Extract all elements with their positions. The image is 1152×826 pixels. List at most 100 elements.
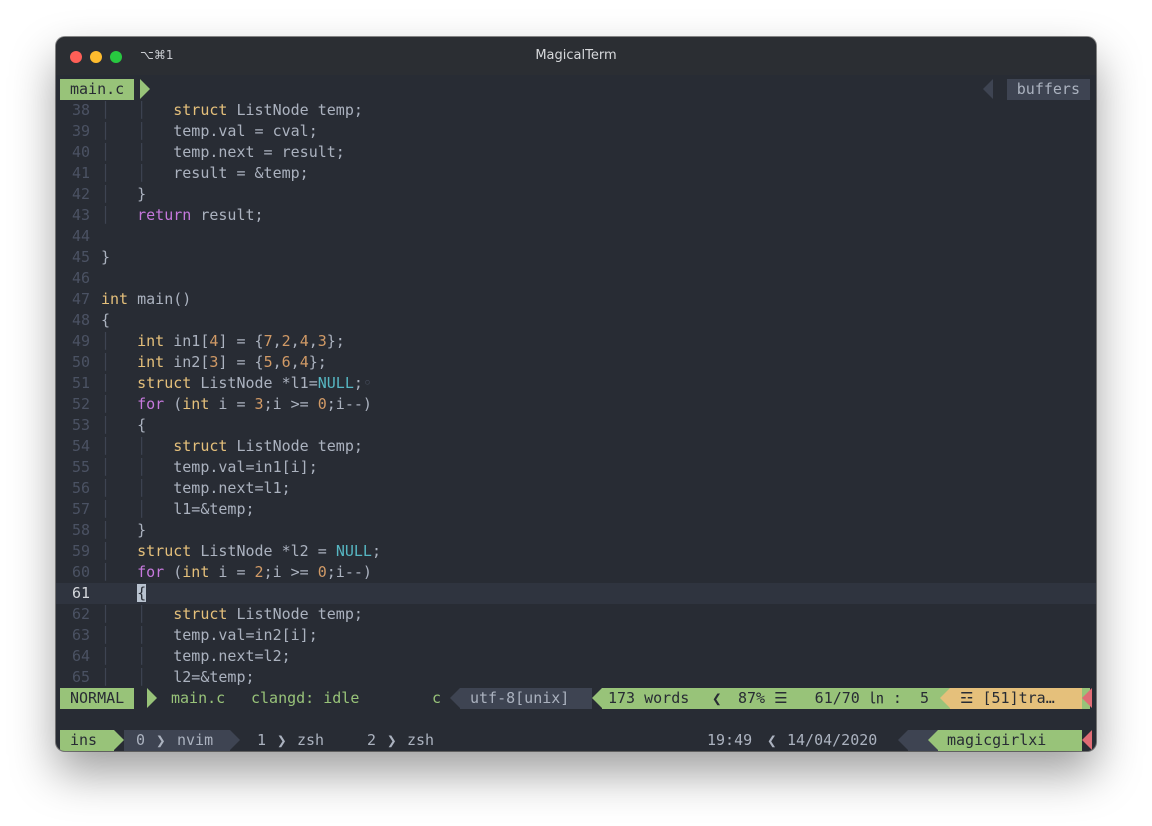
- code-token: l2=&temp;: [173, 668, 255, 686]
- code-line[interactable]: 49 │ int in1[4] = {7,2,4,3};: [56, 331, 1096, 352]
- indent-guide: │ │: [101, 668, 174, 686]
- code-line[interactable]: 50 │ int in2[3] = {5,6,4};: [56, 352, 1096, 373]
- code-token: int: [101, 290, 129, 308]
- code-token: 2: [281, 332, 291, 350]
- chevron-right-icon: ❯: [387, 731, 397, 750]
- indent-guide: │: [101, 542, 138, 560]
- tmux-window-2-name[interactable]: zsh: [407, 730, 434, 751]
- code-line[interactable]: 63 │ │ temp.val=in2[i];: [56, 625, 1096, 646]
- code-token: i =: [209, 563, 255, 581]
- title-bar[interactable]: ⌥⌘1 MagicalTerm: [56, 37, 1096, 75]
- code-text: │ }: [101, 184, 146, 205]
- tmux-window-2-index[interactable]: 2: [367, 730, 376, 751]
- code-text: │ │ l1=&temp;: [101, 499, 255, 520]
- line-number: 65: [71, 668, 90, 686]
- code-token: 5: [263, 353, 273, 371]
- code-token: ;i >=: [263, 395, 318, 413]
- code-text: │ │ temp.val=in2[i];: [101, 625, 318, 646]
- code-token: return: [137, 206, 192, 224]
- line-number: 51: [71, 374, 90, 392]
- line-number: 49: [71, 332, 90, 350]
- code-token: ;: [371, 542, 381, 560]
- indent-guide: │: [101, 521, 138, 539]
- code-token: };: [308, 353, 327, 371]
- code-token: 4: [299, 332, 309, 350]
- line-number: 55: [71, 458, 90, 476]
- code-line[interactable]: 46: [56, 268, 1096, 289]
- code-line[interactable]: 55 │ │ temp.val=in1[i];: [56, 457, 1096, 478]
- code-line[interactable]: 60 │ for (int i = 2;i >= 0;i--): [56, 562, 1096, 583]
- code-token: 3: [317, 332, 327, 350]
- tmux-session[interactable]: ins: [60, 730, 114, 751]
- code-line[interactable]: 62 │ │ struct ListNode temp;: [56, 604, 1096, 625]
- indent-guide: │ │: [101, 605, 174, 623]
- vim-tabline: main.c buffers: [60, 79, 1092, 100]
- code-line[interactable]: 61 {: [56, 583, 1096, 604]
- code-line[interactable]: 54 │ │ struct ListNode temp;: [56, 436, 1096, 457]
- line-number: 61: [71, 584, 90, 602]
- window-separator-arrow: [230, 730, 240, 750]
- code-text: │ │ struct ListNode temp;: [101, 604, 363, 625]
- indent-guide: │: [101, 353, 138, 371]
- code-line[interactable]: 44: [56, 226, 1096, 247]
- code-line[interactable]: 59 │ struct ListNode *l2 = NULL;: [56, 541, 1096, 562]
- code-token: ListNode *l2 =: [191, 542, 336, 560]
- indent-guide: │ │: [101, 164, 174, 182]
- indent-guide: │ │: [101, 143, 174, 161]
- tmux-hostname: magicgirlxi: [938, 730, 1082, 751]
- code-token: int: [182, 563, 210, 581]
- line-number: 58: [71, 521, 90, 539]
- code-token: result = &temp;: [173, 164, 309, 182]
- buffers-label[interactable]: buffers: [1006, 79, 1090, 100]
- host-red-arrow: [1082, 730, 1092, 750]
- buffers-separator-arrow: [983, 79, 993, 99]
- code-text: │ struct ListNode *l2 = NULL;: [101, 541, 381, 562]
- code-token: 4: [299, 353, 309, 371]
- vim-statusline: NORMAL main.c clangd: idle c utf-8[unix]…: [60, 688, 1092, 709]
- code-token: ListNode temp;: [227, 437, 363, 455]
- tmux-window-1-name[interactable]: zsh: [297, 730, 324, 751]
- code-token: in2[: [164, 353, 210, 371]
- tmux-statusbar: ins 0 ❯ nvim 1 ❯ zsh 2 ❯ zsh 19:49 ❮ 14/…: [60, 730, 1092, 751]
- words-separator-arrow: [592, 688, 602, 708]
- code-line[interactable]: 41 │ │ result = &temp;: [56, 163, 1096, 184]
- indent-guide: │ │: [101, 122, 174, 140]
- code-token: in1[: [164, 332, 210, 350]
- code-token: for: [137, 395, 165, 413]
- code-line[interactable]: 39 │ │ temp.val = cval;: [56, 121, 1096, 142]
- line-number: 57: [71, 500, 90, 518]
- line-number: 63: [71, 626, 90, 644]
- code-token: struct: [137, 374, 192, 392]
- code-line[interactable]: 52 │ for (int i = 3;i >= 0;i--): [56, 394, 1096, 415]
- code-line[interactable]: 45}: [56, 247, 1096, 268]
- code-line[interactable]: 38 │ │ struct ListNode temp;: [56, 100, 1096, 121]
- line-number: 44: [71, 227, 90, 245]
- indent-guide: │ │: [101, 479, 174, 497]
- code-line[interactable]: 58 │ }: [56, 520, 1096, 541]
- code-line[interactable]: 53 │ {: [56, 415, 1096, 436]
- code-line[interactable]: 57 │ │ l1=&temp;: [56, 499, 1096, 520]
- code-token: struct: [137, 542, 192, 560]
- line-number: 64: [71, 647, 90, 665]
- code-text: │ │ struct ListNode temp;: [101, 100, 363, 121]
- warnings-indicator[interactable]: ☲ [51]tra…: [950, 688, 1082, 709]
- current-file-tab[interactable]: main.c: [60, 79, 135, 100]
- code-line[interactable]: 56 │ │ temp.next=l1;: [56, 478, 1096, 499]
- code-token: ListNode temp;: [227, 101, 363, 119]
- code-text: │ │ l2=&temp;: [101, 667, 255, 688]
- code-line[interactable]: 51 │ struct ListNode *l1=NULL;◦: [56, 373, 1096, 394]
- line-number: 59: [71, 542, 90, 560]
- code-line[interactable]: 64 │ │ temp.next=l2;: [56, 646, 1096, 667]
- tmux-window-1-index[interactable]: 1: [257, 730, 266, 751]
- code-line[interactable]: 47 int main(): [56, 289, 1096, 310]
- tmux-window-0-name: nvim: [177, 731, 214, 749]
- code-line[interactable]: 48 {: [56, 310, 1096, 331]
- code-editor[interactable]: 38 │ │ struct ListNode temp; 39 │ │ temp.va…: [56, 100, 1096, 688]
- code-line[interactable]: 40 │ │ temp.next = result;: [56, 142, 1096, 163]
- code-line[interactable]: 65 │ │ l2=&temp;: [56, 667, 1096, 688]
- mode-indicator: NORMAL: [60, 688, 135, 709]
- code-line[interactable]: 42 │ }: [56, 184, 1096, 205]
- code-line[interactable]: 43 │ return result;: [56, 205, 1096, 226]
- code-token: struct: [173, 605, 228, 623]
- text-cursor: {: [137, 584, 147, 602]
